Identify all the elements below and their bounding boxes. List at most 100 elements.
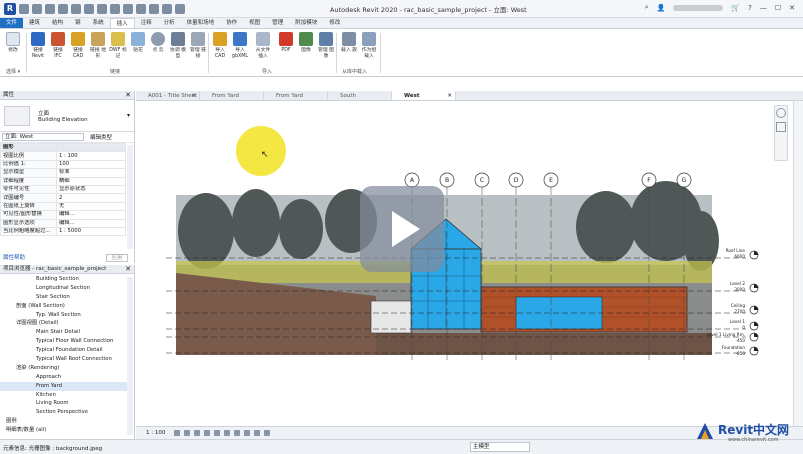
properties-group-row[interactable]: 图形	[0, 142, 126, 153]
tab-structure[interactable]: 结构	[46, 18, 69, 28]
property-value[interactable]: 显示原状态	[56, 184, 126, 195]
tab-a001-title-sheet[interactable]: A001 - Title Sheet ✕	[136, 91, 200, 100]
tab-addins[interactable]: 附加模块	[289, 18, 323, 28]
browser-scrollbar[interactable]	[127, 277, 133, 435]
close-icon[interactable]: ✕	[125, 265, 131, 274]
link-revit-button[interactable]: 链接 Revit	[29, 32, 47, 60]
print-icon[interactable]	[84, 4, 94, 14]
revit-logo-icon[interactable]: R	[4, 3, 16, 15]
dwf-markup-button[interactable]: DWF 标记	[109, 32, 127, 60]
manage-links-button[interactable]: 管理 链接	[189, 32, 207, 60]
tree-item[interactable]: Building Section	[0, 275, 128, 284]
tree-item[interactable]: Typical Foundation Detail	[0, 346, 128, 355]
tab-analyze[interactable]: 分析	[158, 18, 181, 28]
close-icon[interactable]: ✕	[125, 91, 131, 100]
close-hidden-icon[interactable]	[162, 4, 172, 14]
section-icon[interactable]	[149, 4, 159, 14]
view-3d-icon[interactable]	[136, 4, 146, 14]
decal-button[interactable]: 贴花	[129, 32, 147, 54]
instance-selector[interactable]: 立面: West	[2, 133, 84, 141]
search-icon[interactable]: ⌕	[645, 3, 649, 12]
save-icon[interactable]	[32, 4, 42, 14]
text-icon[interactable]	[123, 4, 133, 14]
properties-scrollbar[interactable]	[127, 145, 133, 249]
tree-item[interactable]: Kitchen	[0, 391, 128, 400]
canvas-scrollbar[interactable]	[793, 101, 803, 426]
measure-icon[interactable]	[97, 4, 107, 14]
user-icon[interactable]: 👤	[657, 4, 666, 12]
minimize-button[interactable]: —	[760, 4, 767, 12]
property-value[interactable]: 精细	[56, 176, 126, 186]
user-name[interactable]	[673, 4, 724, 11]
tab-architecture[interactable]: 建筑	[23, 18, 46, 28]
shadows-icon[interactable]	[204, 430, 210, 436]
reveal-hidden-icon[interactable]	[244, 430, 250, 436]
tree-item[interactable]: 明细表/数量 (all)	[0, 426, 128, 435]
insert-from-file-button[interactable]: 从文件 插入	[254, 32, 272, 60]
tab-collaborate[interactable]: 协作	[220, 18, 243, 28]
tree-item[interactable]: Approach	[0, 373, 128, 382]
property-value[interactable]: 标准	[56, 168, 126, 178]
tab-massing[interactable]: 体量和场地	[181, 18, 221, 28]
tab-from-yard[interactable]: From Yard	[200, 91, 264, 100]
property-value[interactable]: 编辑...	[56, 218, 126, 228]
detail-level-icon[interactable]	[174, 430, 180, 436]
tree-item[interactable]: 渲染 (Rendering)	[0, 364, 128, 373]
zoom-icon[interactable]	[776, 122, 786, 132]
tree-item[interactable]: From Yard	[0, 381, 128, 391]
video-play-button[interactable]	[360, 186, 444, 272]
lock-view-icon[interactable]	[254, 430, 260, 436]
close-button[interactable]: ✕	[789, 4, 795, 12]
sync-icon[interactable]	[45, 4, 55, 14]
link-topography-button[interactable]: 链接 地形	[89, 32, 107, 60]
close-icon[interactable]: ✕	[191, 91, 196, 101]
undo-icon[interactable]	[58, 4, 68, 14]
tree-item[interactable]: 剖面 (Wall Section)	[0, 302, 128, 311]
import-gbxml-button[interactable]: 导入 gbXML	[231, 32, 249, 60]
edit-type-button[interactable]: 编辑类型	[90, 133, 112, 141]
open-icon[interactable]	[19, 4, 29, 14]
sun-path-icon[interactable]	[194, 430, 200, 436]
load-family-button[interactable]: 载入 族	[340, 32, 358, 54]
tree-item[interactable]: Stair Section	[0, 293, 128, 302]
steering-wheel-icon[interactable]	[776, 108, 786, 118]
import-pdf-button[interactable]: PDF	[277, 32, 295, 54]
temporary-hide-icon[interactable]	[234, 430, 240, 436]
chevron-down-icon[interactable]: ▾	[127, 112, 130, 119]
property-value[interactable]: 2	[56, 193, 126, 203]
tab-systems[interactable]: 系统	[87, 18, 110, 28]
tree-item[interactable]: Typical Wall Roof Connection	[0, 355, 128, 364]
modify-button[interactable]: 修改	[4, 32, 22, 54]
point-cloud-button[interactable]: 点 云	[149, 32, 167, 54]
link-ifc-button[interactable]: 链接 IFC	[49, 32, 67, 60]
tree-item[interactable]: Section Perspective	[0, 408, 128, 417]
tab-west[interactable]: West ✕	[392, 91, 456, 100]
properties-help-link[interactable]: 属性帮助	[3, 255, 25, 261]
tree-item[interactable]: Typical Floor Wall Connection	[0, 337, 128, 346]
tab-modify[interactable]: 修改	[323, 18, 346, 28]
property-value[interactable]: 1 : 100	[56, 151, 126, 161]
tree-item[interactable]: 详图视图 (Detail)	[0, 319, 128, 328]
tree-item[interactable]: Living Room	[0, 399, 128, 408]
tree-item[interactable]: 图例	[0, 417, 128, 426]
manage-images-button[interactable]: 管理 图像	[317, 32, 335, 60]
link-cad-button[interactable]: 链接 CAD	[69, 32, 87, 60]
cart-icon[interactable]: 🛒	[731, 4, 740, 12]
annotate-icon[interactable]	[110, 4, 120, 14]
visual-style-icon[interactable]	[184, 430, 190, 436]
property-value[interactable]: 1 : 5000	[56, 226, 126, 237]
maximize-button[interactable]: ☐	[775, 4, 781, 12]
active-model-selector[interactable]: 主模型	[470, 442, 530, 452]
import-cad-button[interactable]: 导入 CAD	[211, 32, 229, 60]
apply-button[interactable]: 应用	[106, 254, 128, 262]
load-as-group-button[interactable]: 作为组 载入	[360, 32, 378, 60]
worksharing-icon[interactable]	[264, 430, 270, 436]
drawing-canvas[interactable]: A B C D E F G Roof Line 6600 Level 2 300…	[136, 101, 793, 426]
import-image-button[interactable]: 图像	[297, 32, 315, 54]
property-value[interactable]: 编辑...	[56, 210, 126, 220]
tab-view[interactable]: 视图	[243, 18, 266, 28]
crop-view-icon[interactable]	[214, 430, 220, 436]
tab-insert[interactable]: 插入	[109, 18, 135, 28]
tree-item[interactable]: Longitudinal Section	[0, 284, 128, 293]
type-selector[interactable]: 立面 Building Elevation ▾	[0, 100, 134, 132]
